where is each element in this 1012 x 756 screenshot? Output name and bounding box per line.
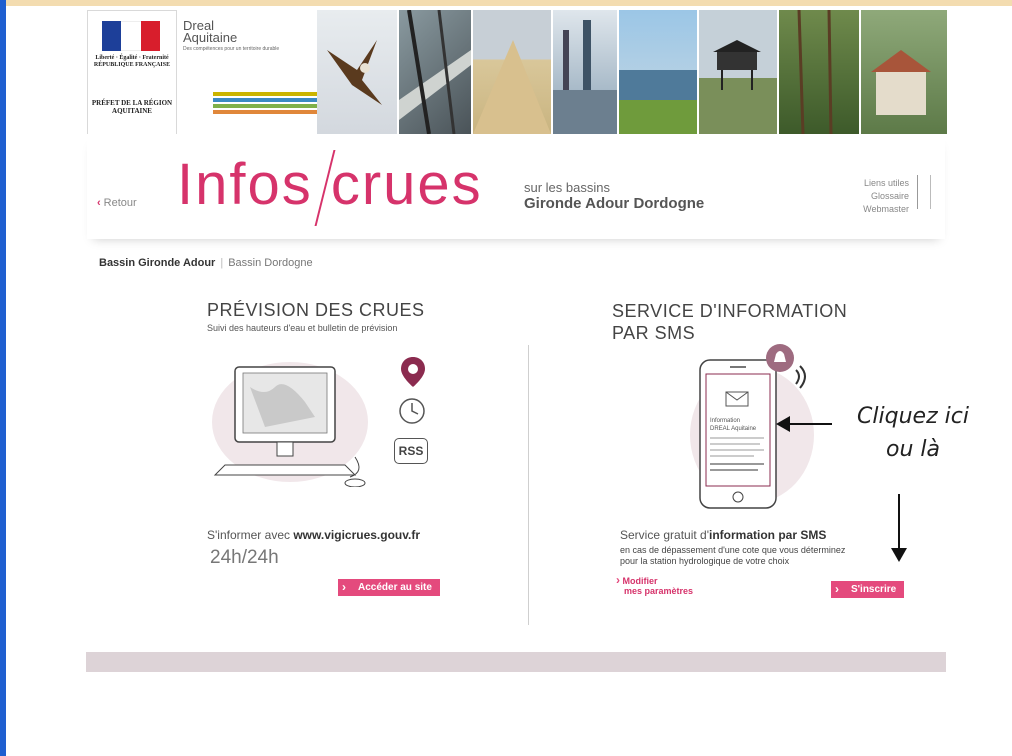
site-subtitle: sur les bassins Gironde Adour Dordogne [524, 180, 704, 212]
header-banner: Liberté · Égalité · Fraternité RÉPUBLIQU… [87, 6, 947, 134]
dune-photo-icon [473, 40, 551, 134]
rss-icon: RSS [394, 438, 428, 464]
sms-description: Service gratuit d'information par SMS en… [620, 528, 920, 567]
photo-forest [779, 10, 859, 134]
chevron-right-icon: › [342, 580, 346, 594]
reed-decoration-icon [917, 175, 931, 209]
forecast-subtitle: Suivi des hauteurs d'eau et bulletin de … [207, 323, 398, 333]
photo-industry [553, 10, 617, 134]
eagle-photo-icon [327, 40, 382, 105]
photo-eagle [317, 10, 397, 134]
forecast-title: PRÉVISION DES CRUES [207, 300, 425, 320]
sms-desc-line-2: en cas de dépassement d'une cote que vou… [620, 545, 846, 555]
prefet-text: PRÉFET DE LA RÉGION AQUITAINE [91, 99, 173, 115]
vigicrues-site: www.vigicrues.gouv.fr [293, 528, 421, 542]
forest-photo-icon [797, 10, 833, 134]
location-pin-icon [401, 357, 425, 387]
computer-illustration-icon [212, 362, 368, 487]
clock-icon [399, 398, 425, 424]
sms-desc-prefix: Service gratuit d' [620, 528, 709, 542]
back-label: Retour [103, 197, 137, 209]
subscribe-label: S'inscrire [851, 584, 897, 595]
chevron-right-icon: › [616, 573, 620, 587]
photo-bridge [399, 10, 471, 134]
tab-dordogne[interactable]: Bassin Dordogne [228, 257, 312, 269]
dreal-tagline: Des compétences pour un territoire durab… [183, 46, 280, 52]
annotation-arrow-down [898, 494, 900, 552]
phone-text-2: DREAL Aquitaine [710, 426, 757, 432]
annotation-line-1: Cliquez ici [857, 404, 969, 429]
sms-title-line-1: SERVICE D'INFORMATION [612, 301, 848, 321]
dreal-missions-list [213, 92, 323, 114]
tram-photo-icon [619, 70, 697, 134]
smartphone-illustration-icon[interactable]: Information DREAL Aquitaine [690, 340, 820, 510]
tab-separator: | [220, 257, 224, 269]
chevron-right-icon: › [835, 582, 839, 596]
column-divider [528, 345, 529, 625]
sms-service-title: SERVICE D'INFORMATION PAR SMS [612, 300, 872, 344]
availability-hours: 24h/24h [210, 547, 279, 568]
sms-desc-bold: information par SMS [709, 528, 827, 542]
access-site-label: Accéder au site [358, 582, 432, 593]
basin-tabs: Bassin Gironde Adour | Bassin Dordogne [99, 257, 313, 269]
utility-links: Liens utiles Glossaire Webmaster [863, 177, 909, 216]
subscribe-button[interactable]: › S'inscrire [831, 581, 905, 598]
chevron-left-icon: ‹ [97, 197, 101, 209]
arrow-down-icon [891, 548, 907, 562]
modify-line-1: Modifier [622, 576, 658, 586]
window-border [0, 0, 6, 756]
vigicrues-info: S'informer avec www.vigicrues.gouv.fr [207, 528, 420, 542]
annotation-line-2: ou là [886, 437, 940, 462]
footer-band [86, 652, 946, 672]
dreal-name: Dreal Aquitaine [183, 18, 238, 45]
link-webmaster[interactable]: Webmaster [863, 203, 909, 216]
photo-cabin [699, 10, 777, 134]
dreal-logo: Dreal Aquitaine Des compétences pour un … [183, 18, 280, 52]
republique-logo: Liberté · Égalité · Fraternité RÉPUBLIQU… [87, 10, 177, 134]
link-liens-utiles[interactable]: Liens utiles [863, 177, 909, 190]
arrow-left-icon [776, 416, 790, 432]
subtitle-line-2: Gironde Adour Dordogne [524, 195, 705, 212]
industry-photo-icon [553, 20, 617, 134]
tab-gironde-adour[interactable]: Bassin Gironde Adour [99, 257, 215, 269]
village-photo-icon [871, 50, 931, 115]
modify-settings-link[interactable]: › Modifier mes paramètres [616, 573, 694, 596]
back-link[interactable]: ‹ Retour [97, 197, 137, 209]
link-glossaire[interactable]: Glossaire [863, 190, 909, 203]
phone-text-1: Information [710, 418, 740, 424]
cabin-photo-icon [713, 40, 761, 90]
sms-desc-line-3: pour la station hydrologique de votre ch… [620, 556, 790, 566]
inform-prefix: S'informer avec [207, 528, 290, 542]
modify-line-2: mes paramètres [624, 586, 694, 596]
photo-dune [473, 10, 551, 134]
photo-village [861, 10, 947, 134]
bridge-photo-icon [399, 10, 471, 134]
title-bar: ‹ Retour Infos crues sur les bassins Giro… [87, 135, 945, 239]
photo-tram [619, 10, 697, 134]
republique-text: Liberté · Égalité · Fraternité RÉPUBLIQU… [93, 55, 171, 68]
marianne-flag-icon [102, 21, 160, 51]
rss-label: RSS [398, 444, 424, 458]
click-annotation: Cliquez ici ou là [838, 400, 988, 466]
access-site-button[interactable]: › Accéder au site [338, 579, 440, 596]
subtitle-line-1: sur les bassins [524, 180, 610, 195]
